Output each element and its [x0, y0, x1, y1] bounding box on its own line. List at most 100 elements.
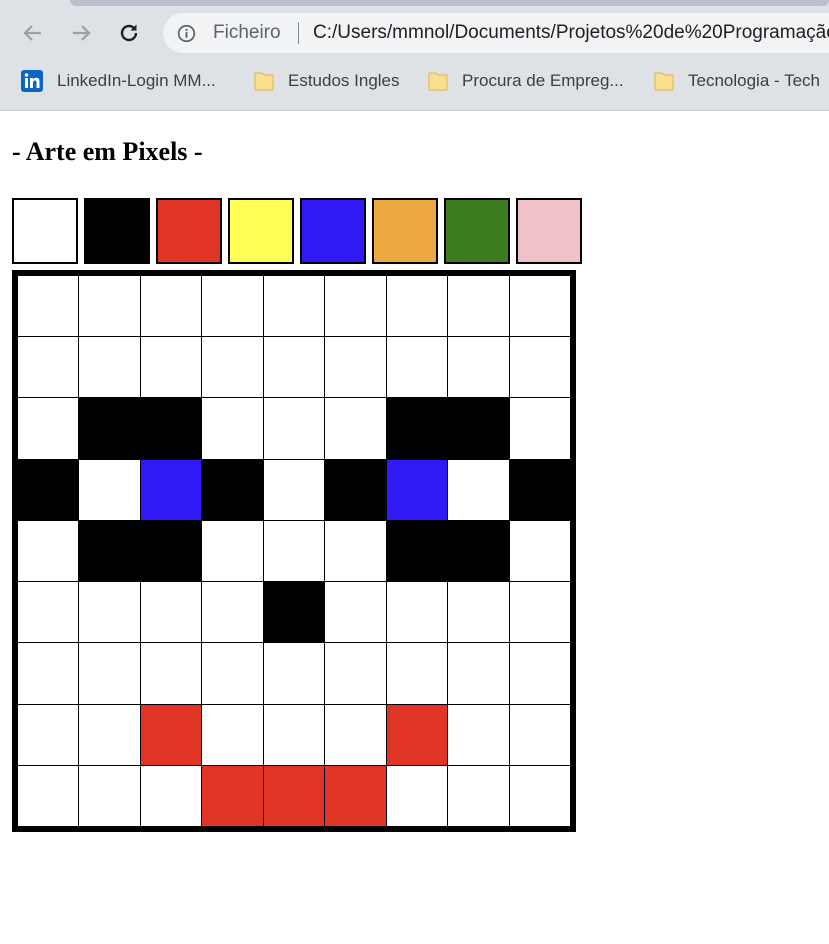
- pixel[interactable]: [448, 765, 509, 826]
- pixel[interactable]: [386, 643, 448, 704]
- pixel[interactable]: [79, 398, 140, 459]
- pixel[interactable]: [18, 459, 79, 520]
- pixel[interactable]: [202, 582, 263, 643]
- pixel[interactable]: [386, 582, 448, 643]
- pixel[interactable]: [18, 643, 79, 704]
- bookmark-linkedin[interactable]: LinkedIn-Login MM...: [21, 68, 216, 94]
- pixel[interactable]: [140, 582, 202, 643]
- pixel[interactable]: [263, 582, 325, 643]
- palette-color-2[interactable]: [84, 198, 150, 264]
- info-icon[interactable]: [177, 24, 196, 47]
- palette-color-6[interactable]: [372, 198, 438, 264]
- pixel[interactable]: [79, 643, 140, 704]
- pixel[interactable]: [448, 582, 509, 643]
- pixel[interactable]: [325, 459, 386, 520]
- pixel[interactable]: [386, 276, 448, 337]
- pixel[interactable]: [263, 643, 325, 704]
- pixel[interactable]: [79, 276, 140, 337]
- pixel[interactable]: [448, 459, 509, 520]
- pixel[interactable]: [140, 276, 202, 337]
- pixel[interactable]: [202, 704, 263, 765]
- pixel[interactable]: [263, 337, 325, 398]
- pixel[interactable]: [79, 337, 140, 398]
- pixel[interactable]: [386, 704, 448, 765]
- pixel[interactable]: [448, 520, 509, 582]
- pixel[interactable]: [263, 704, 325, 765]
- pixel[interactable]: [386, 765, 448, 826]
- pixel[interactable]: [18, 765, 79, 826]
- pixel[interactable]: [509, 765, 570, 826]
- palette-color-3[interactable]: [156, 198, 222, 264]
- pixel[interactable]: [325, 520, 386, 582]
- pixel[interactable]: [18, 582, 79, 643]
- pixel[interactable]: [509, 398, 570, 459]
- reload-button[interactable]: [113, 17, 145, 49]
- palette-color-8[interactable]: [516, 198, 582, 264]
- pixel[interactable]: [79, 765, 140, 826]
- pixel[interactable]: [325, 643, 386, 704]
- pixel[interactable]: [386, 337, 448, 398]
- pixel[interactable]: [325, 765, 386, 826]
- pixel[interactable]: [509, 459, 570, 520]
- pixel[interactable]: [509, 337, 570, 398]
- pixel[interactable]: [263, 765, 325, 826]
- pixel[interactable]: [325, 398, 386, 459]
- pixel[interactable]: [509, 276, 570, 337]
- url-text[interactable]: C:/Users/mmnol/Documents/Projetos%20de%2…: [313, 22, 829, 44]
- pixel[interactable]: [140, 337, 202, 398]
- pixel[interactable]: [79, 459, 140, 520]
- pixel[interactable]: [325, 337, 386, 398]
- pixel[interactable]: [18, 520, 79, 582]
- back-button[interactable]: [17, 17, 49, 49]
- pixel[interactable]: [202, 398, 263, 459]
- pixel[interactable]: [263, 459, 325, 520]
- pixel[interactable]: [202, 520, 263, 582]
- pixel[interactable]: [79, 704, 140, 765]
- pixel[interactable]: [448, 398, 509, 459]
- pixel[interactable]: [263, 520, 325, 582]
- pixel[interactable]: [263, 276, 325, 337]
- pixel[interactable]: [386, 398, 448, 459]
- active-tab[interactable]: [70, 0, 829, 6]
- pixel[interactable]: [325, 276, 386, 337]
- pixel[interactable]: [18, 337, 79, 398]
- pixel[interactable]: [448, 704, 509, 765]
- pixel[interactable]: [448, 337, 509, 398]
- palette-color-4[interactable]: [228, 198, 294, 264]
- bookmark-folder-estudos[interactable]: Estudos Ingles: [254, 68, 400, 94]
- pixel[interactable]: [263, 398, 325, 459]
- pixel[interactable]: [18, 398, 79, 459]
- pixel[interactable]: [386, 459, 448, 520]
- palette-color-7[interactable]: [444, 198, 510, 264]
- address-bar[interactable]: Ficheiro C:/Users/mmnol/Documents/Projet…: [163, 13, 829, 53]
- pixel[interactable]: [509, 704, 570, 765]
- pixel[interactable]: [18, 704, 79, 765]
- pixel[interactable]: [18, 276, 79, 337]
- pixel[interactable]: [509, 643, 570, 704]
- pixel[interactable]: [202, 643, 263, 704]
- pixel[interactable]: [202, 276, 263, 337]
- pixel[interactable]: [325, 582, 386, 643]
- pixel[interactable]: [386, 520, 448, 582]
- pixel[interactable]: [140, 398, 202, 459]
- pixel[interactable]: [509, 520, 570, 582]
- pixel[interactable]: [79, 520, 140, 582]
- forward-button[interactable]: [65, 17, 97, 49]
- pixel[interactable]: [509, 582, 570, 643]
- bookmark-folder-emprego[interactable]: Procura de Empreg...: [428, 68, 624, 94]
- pixel[interactable]: [140, 459, 202, 520]
- pixel[interactable]: [202, 459, 263, 520]
- pixel[interactable]: [202, 765, 263, 826]
- pixel[interactable]: [202, 337, 263, 398]
- pixel[interactable]: [79, 582, 140, 643]
- pixel[interactable]: [140, 520, 202, 582]
- pixel[interactable]: [448, 276, 509, 337]
- palette-color-5[interactable]: [300, 198, 366, 264]
- pixel[interactable]: [325, 704, 386, 765]
- pixel[interactable]: [140, 704, 202, 765]
- palette-color-1[interactable]: [12, 198, 78, 264]
- pixel[interactable]: [140, 643, 202, 704]
- pixel[interactable]: [448, 643, 509, 704]
- pixel[interactable]: [140, 765, 202, 826]
- bookmark-folder-tecnologia[interactable]: Tecnologia - Tech: [654, 68, 820, 94]
